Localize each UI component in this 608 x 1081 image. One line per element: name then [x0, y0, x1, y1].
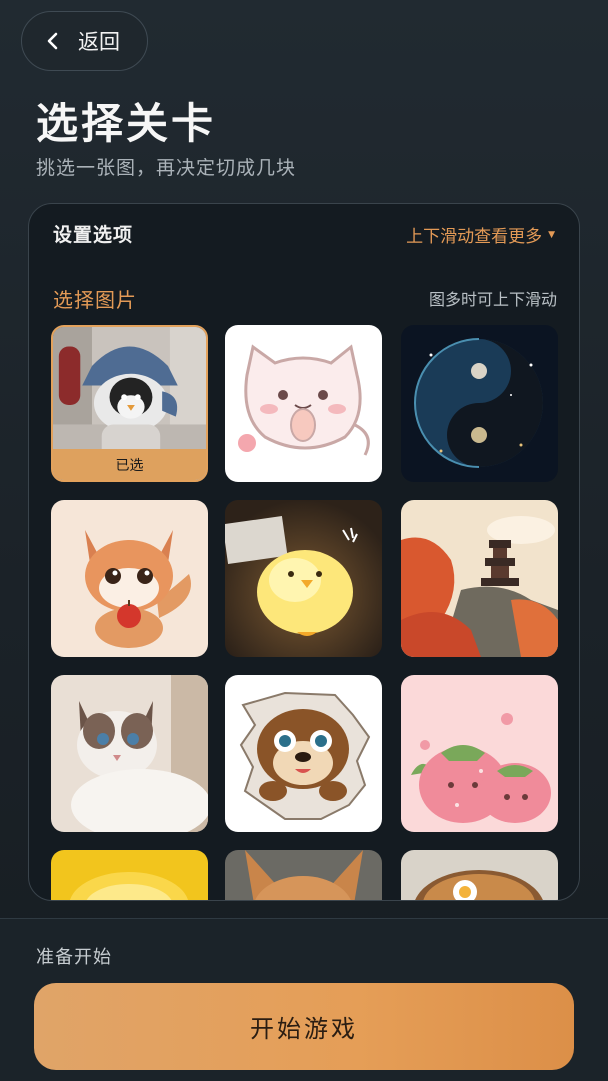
image-tile-strawberry-cats[interactable] — [401, 675, 558, 832]
corgi-image — [225, 850, 382, 900]
selected-badge: 已选 — [53, 449, 206, 480]
glowing-chick-lamp-image — [225, 500, 382, 657]
settings-panel: 设置选项 上下滑动查看更多 ▼ 选择图片 图多时可上下滑动 已选 — [28, 203, 580, 901]
image-tile-yin-yang[interactable] — [401, 325, 558, 482]
footer: 准备开始 开始游戏 — [0, 918, 608, 1081]
cat-doodle-image — [225, 325, 382, 482]
cosmic-yin-yang-image — [401, 325, 558, 482]
panel-title: 设置选项 — [53, 224, 134, 246]
ragdoll-cat-image — [51, 675, 208, 832]
image-tile-corgi[interactable] — [225, 850, 382, 900]
fox-with-apple-image — [51, 500, 208, 657]
back-button[interactable]: 返回 — [21, 11, 148, 71]
lemon-image — [51, 850, 208, 900]
otter-breaking-through-image — [225, 675, 382, 832]
image-tile-lemon[interactable] — [51, 850, 208, 900]
pagoda-autumn-landscape-image — [401, 500, 558, 657]
page-title: 选择关卡 — [36, 99, 217, 148]
image-tile-ramen[interactable] — [401, 850, 558, 900]
start-game-button[interactable]: 开始游戏 — [34, 983, 574, 1070]
panel-scroll-hint: 上下滑动查看更多 ▼ — [406, 222, 555, 247]
page-subtitle: 挑选一张图，再决定切成几块 — [36, 157, 297, 179]
caret-down-icon: ▼ — [548, 229, 555, 240]
strawberry-cats-image — [401, 675, 558, 832]
panel-scroll-hint-text: 上下滑动查看更多 — [406, 227, 543, 247]
image-tile-pagoda[interactable] — [401, 500, 558, 657]
ready-label: 准备开始 — [36, 947, 112, 968]
image-section-hint: 图多时可上下滑动 — [428, 290, 557, 309]
back-button-label: 返回 — [78, 30, 120, 54]
ramen-bowl-image — [401, 850, 558, 900]
image-section-title: 选择图片 — [53, 288, 137, 312]
image-tile-cat-doodle[interactable] — [225, 325, 382, 482]
image-tile-otter[interactable] — [225, 675, 382, 832]
image-tile-fox[interactable] — [51, 500, 208, 657]
chevron-left-icon — [47, 32, 58, 50]
image-tile-penguin[interactable]: 已选 — [51, 325, 208, 482]
image-tile-ragdoll[interactable] — [51, 675, 208, 832]
image-tile-chick[interactable] — [225, 500, 382, 657]
